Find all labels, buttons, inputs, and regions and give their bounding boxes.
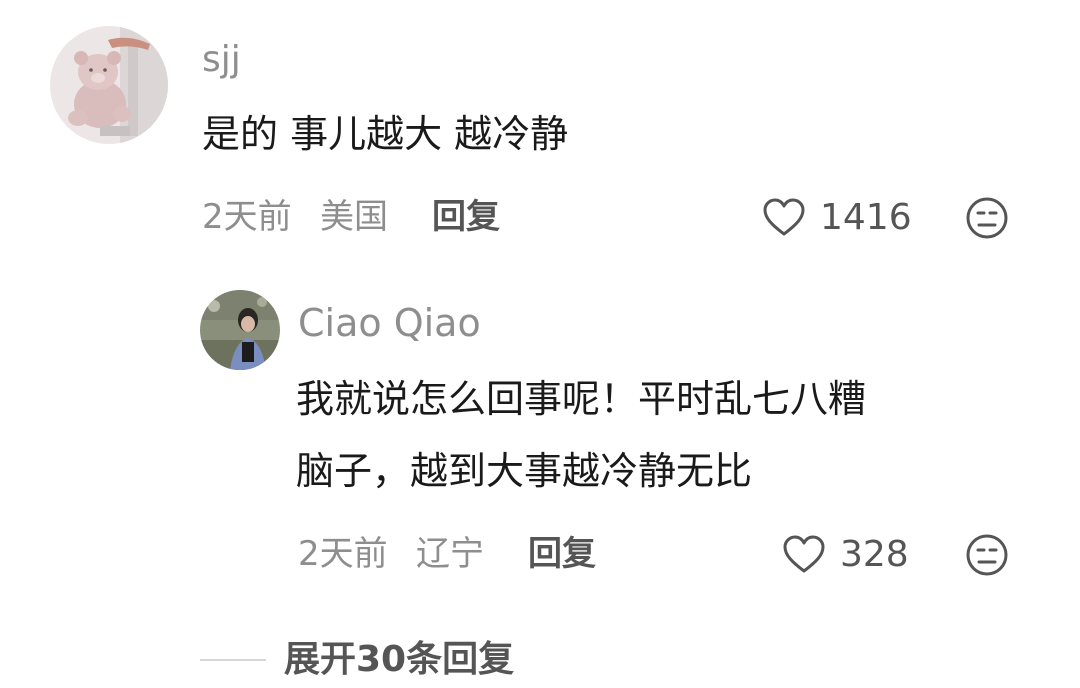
reply-like-count: 328	[840, 534, 909, 575]
expand-replies-button[interactable]: 展开30条回复	[284, 638, 514, 682]
neutral-face-icon	[966, 534, 1008, 576]
avatar[interactable]	[50, 26, 168, 144]
reply-reply-button[interactable]: 回复	[528, 533, 596, 575]
reply-dislike-button[interactable]	[965, 533, 1009, 577]
person-photo-avatar-icon	[200, 290, 280, 370]
reply-author[interactable]: Ciao Qiao	[298, 300, 481, 346]
expand-divider	[200, 659, 266, 661]
reply-like-button[interactable]: 328	[782, 533, 912, 577]
comment-time: 2天前	[202, 197, 292, 237]
comment-location: 美国	[320, 197, 388, 237]
comment-text: 是的 事儿越大 越冷静	[202, 112, 569, 156]
neutral-face-icon	[966, 197, 1008, 239]
reply-button[interactable]: 回复	[432, 196, 500, 238]
reply-text-line-1: 我就说怎么回事呢！平时乱七八糟	[296, 377, 867, 421]
comment-author[interactable]: sjj	[202, 38, 241, 82]
reply-time: 2天前	[298, 534, 388, 574]
reply-location: 辽宁	[416, 534, 484, 574]
like-count: 1416	[820, 197, 912, 238]
like-button[interactable]: 1416	[762, 196, 912, 240]
heart-outline-icon	[763, 198, 805, 236]
heart-outline-icon	[783, 535, 825, 573]
reply-avatar[interactable]	[200, 290, 280, 370]
dislike-button[interactable]	[965, 196, 1009, 240]
teddy-bear-avatar-icon	[50, 26, 168, 144]
reply-text-line-2: 脑子，越到大事越冷静无比	[296, 449, 753, 493]
